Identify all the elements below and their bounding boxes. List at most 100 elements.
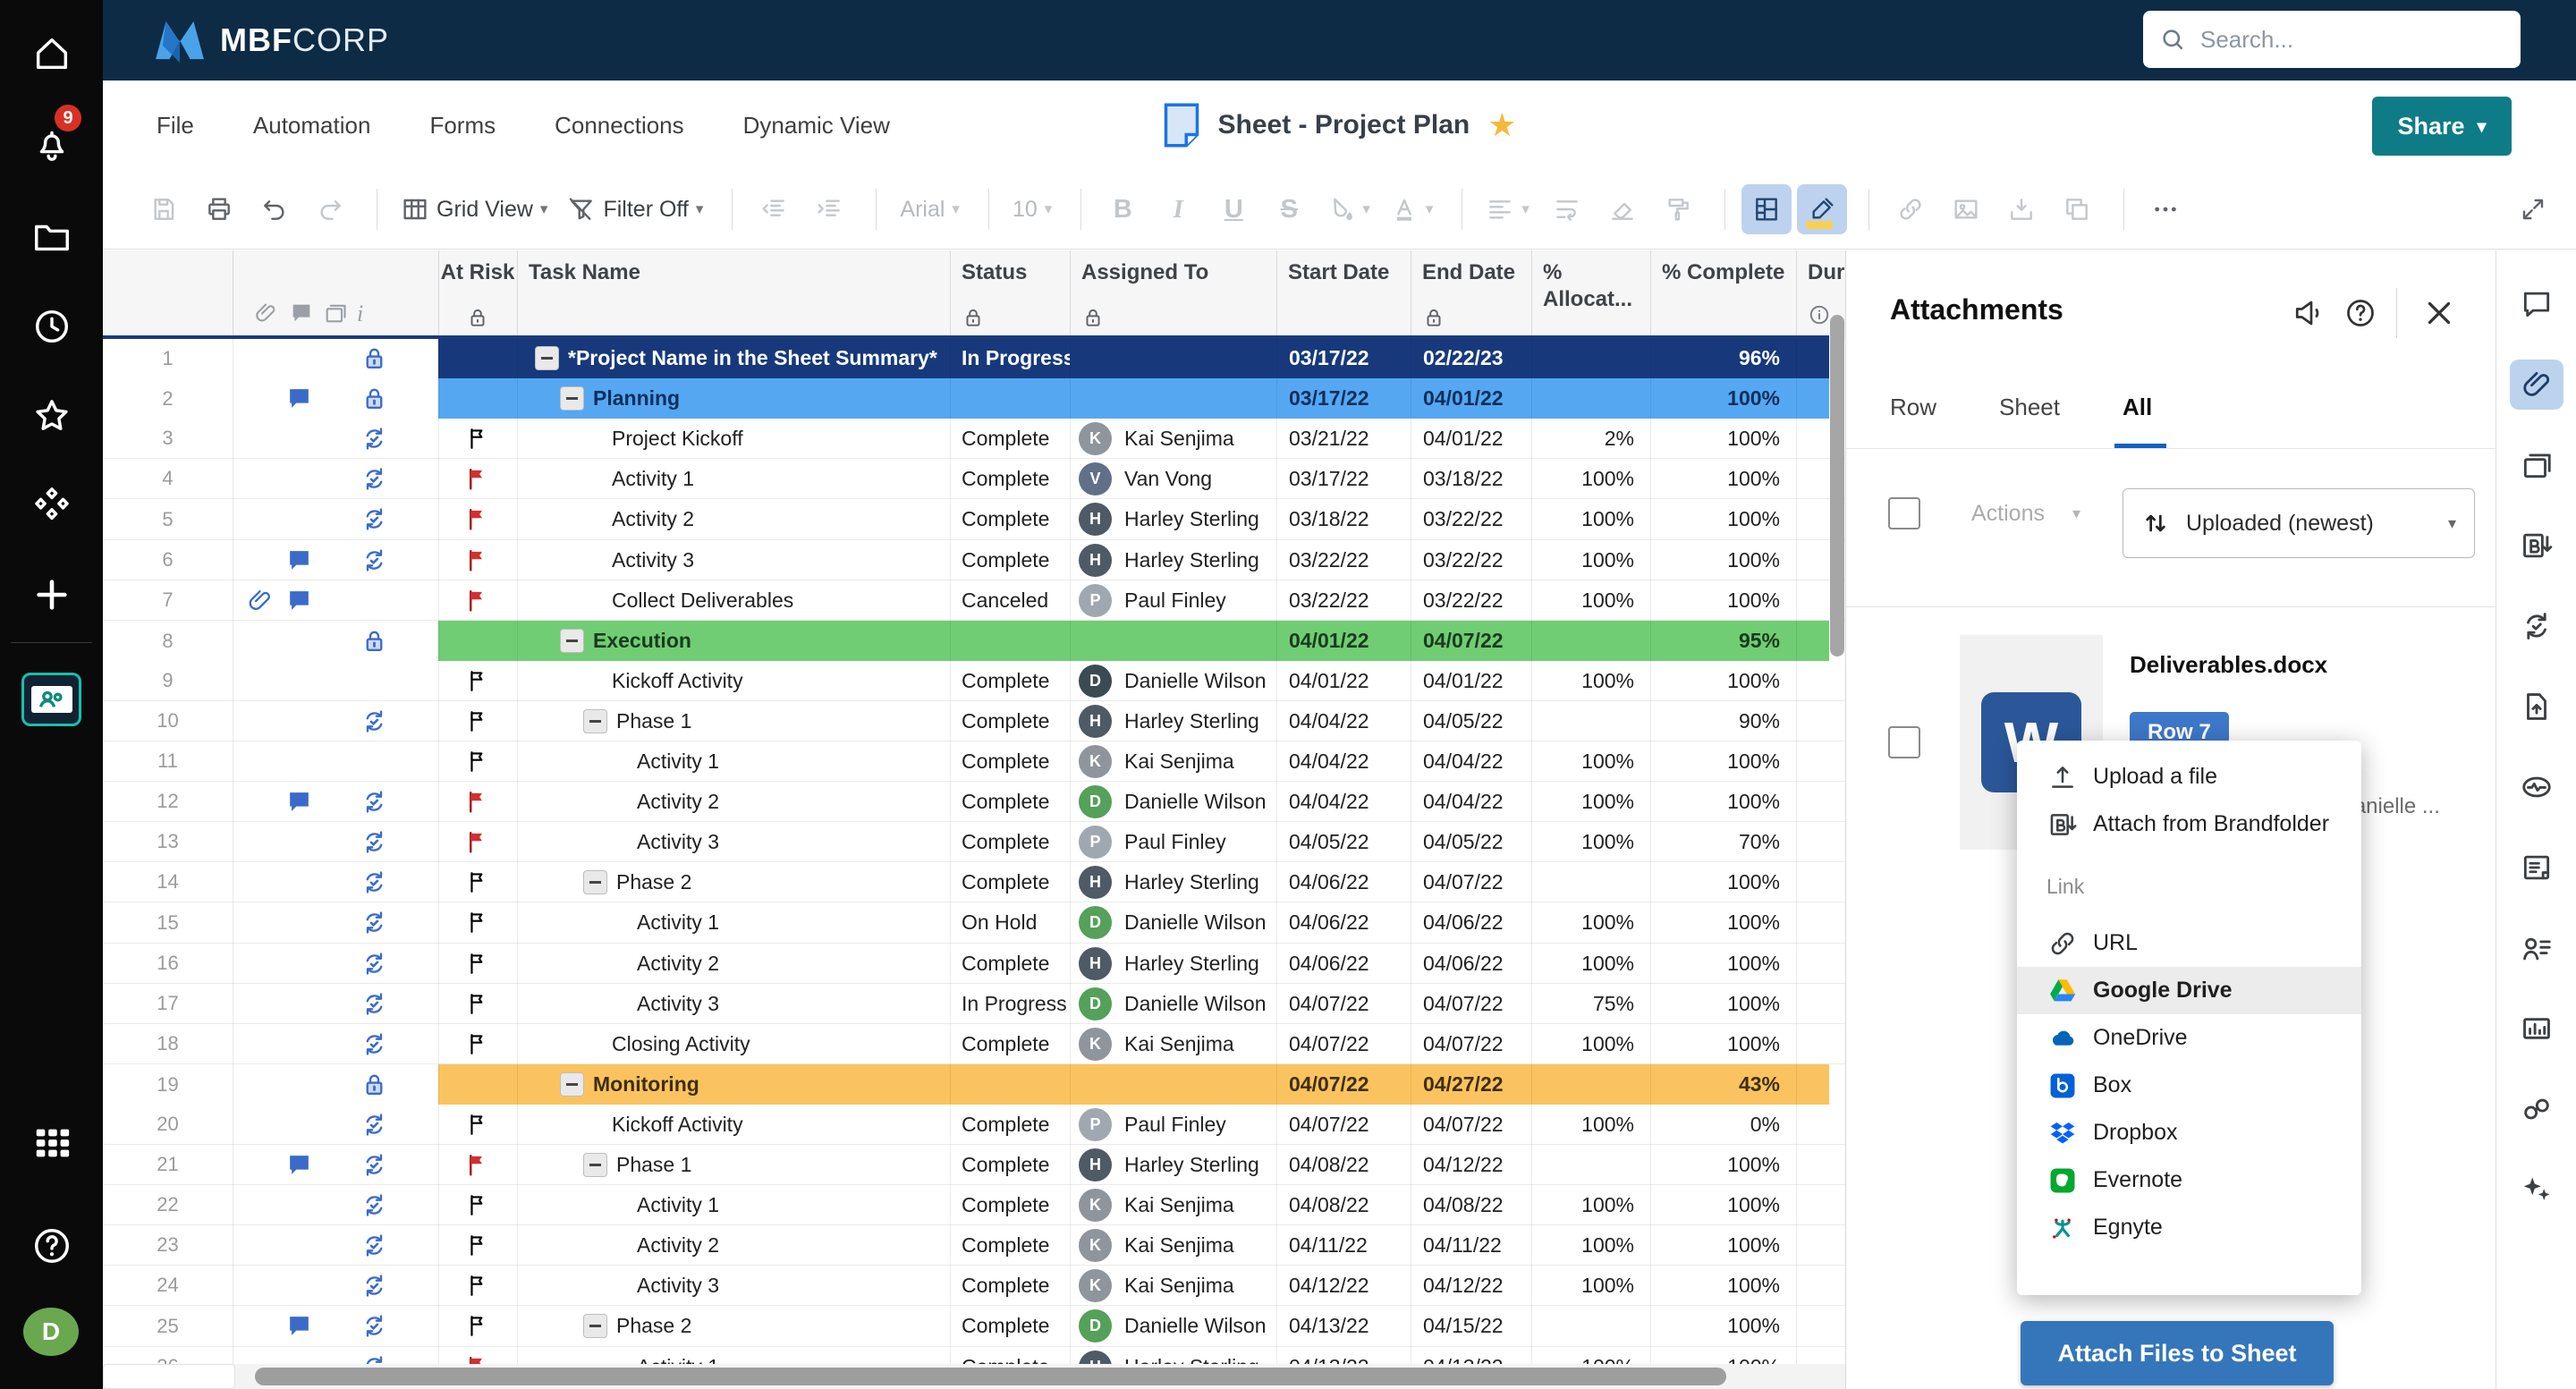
row-sync-icon[interactable] xyxy=(360,950,389,978)
at-risk-flag-off[interactable] xyxy=(464,1313,491,1340)
start-date-cell[interactable]: 04/04/22 xyxy=(1276,782,1411,821)
right-rail-connections[interactable] xyxy=(2510,1084,2563,1134)
sidebar-item-workspace-active[interactable] xyxy=(21,673,81,726)
status-cell[interactable]: Complete xyxy=(950,661,1070,700)
end-date-cell[interactable]: 04/06/22 xyxy=(1411,944,1531,983)
sidebar-item-favorites[interactable] xyxy=(0,385,103,447)
row-number[interactable]: 18 xyxy=(103,1024,233,1063)
at-risk-flag-off[interactable] xyxy=(464,749,491,775)
table-row[interactable]: 22Activity 1CompleteKKai Senjima04/08/22… xyxy=(103,1185,1845,1225)
percent-allocated-cell[interactable]: 100% xyxy=(1531,580,1650,620)
at-risk-flag-off[interactable] xyxy=(464,1232,491,1259)
right-rail-publish[interactable] xyxy=(2510,682,2563,732)
row-sync-icon[interactable] xyxy=(360,707,389,736)
start-date-cell[interactable]: 04/13/22 xyxy=(1276,1306,1411,1346)
status-cell[interactable]: Complete xyxy=(950,1266,1070,1305)
end-date-cell[interactable]: 03/22/22 xyxy=(1411,540,1531,580)
row-number[interactable]: 16 xyxy=(103,944,233,983)
attachment-checkbox[interactable] xyxy=(1888,726,1920,758)
end-date-cell[interactable]: 04/07/22 xyxy=(1411,862,1531,902)
status-cell[interactable]: Complete xyxy=(950,1185,1070,1224)
percent-complete-cell[interactable]: 43% xyxy=(1650,1064,1796,1105)
row-number[interactable]: 14 xyxy=(103,862,233,902)
brand-logo[interactable]: MBFCORP xyxy=(152,18,389,63)
start-date-cell[interactable]: 03/17/22 xyxy=(1276,338,1411,378)
percent-allocated-cell[interactable]: 100% xyxy=(1531,1185,1650,1224)
table-row[interactable]: 24Activity 3CompleteKKai Senjima04/12/22… xyxy=(103,1266,1845,1306)
row-comment-icon[interactable] xyxy=(285,1151,314,1180)
start-date-cell[interactable]: 04/04/22 xyxy=(1276,701,1411,741)
right-rail-ai-assistant[interactable] xyxy=(2510,1165,2563,1215)
start-date-cell[interactable]: 03/17/22 xyxy=(1276,459,1411,498)
assigned-to-cell[interactable]: KKai Senjima xyxy=(1070,1266,1276,1305)
end-date-cell[interactable]: 03/18/22 xyxy=(1411,459,1531,498)
at-risk-flag-off[interactable] xyxy=(464,1273,491,1300)
collapse-toggle-icon[interactable] xyxy=(560,386,584,411)
task-name-cell[interactable]: Activity 2 xyxy=(517,1225,950,1265)
row-sync-icon[interactable] xyxy=(360,909,389,937)
row-comment-icon[interactable] xyxy=(285,546,314,575)
at-risk-flag-on[interactable] xyxy=(464,829,491,856)
column-header--complete[interactable]: % Complete xyxy=(1650,250,1796,338)
row-sync-icon[interactable] xyxy=(360,1353,389,1364)
table-row[interactable]: 12Activity 2CompleteDDanielle Wilson04/0… xyxy=(103,782,1845,822)
start-date-cell[interactable]: 03/17/22 xyxy=(1276,378,1411,419)
row-number[interactable]: 9 xyxy=(103,661,233,700)
at-risk-flag-on[interactable] xyxy=(464,1152,491,1179)
table-row[interactable]: 6Activity 3CompleteHHarley Sterling03/22… xyxy=(103,540,1845,580)
at-risk-flag-off[interactable] xyxy=(464,991,491,1018)
end-date-cell[interactable]: 04/12/22 xyxy=(1411,1266,1531,1305)
start-date-cell[interactable]: 04/11/22 xyxy=(1276,1225,1411,1265)
percent-allocated-cell[interactable]: 100% xyxy=(1531,1225,1650,1265)
at-risk-flag-off[interactable] xyxy=(464,1031,491,1058)
row-number[interactable]: 20 xyxy=(103,1105,233,1144)
task-name-cell[interactable]: Kickoff Activity xyxy=(517,661,950,700)
table-row[interactable]: 11Activity 1CompleteKKai Senjima04/04/22… xyxy=(103,741,1845,782)
percent-complete-cell[interactable]: 100% xyxy=(1650,661,1796,700)
column-header--allocat-[interactable]: % Allocat... xyxy=(1531,250,1650,338)
megaphone-icon[interactable] xyxy=(2292,297,2325,329)
percent-complete-cell[interactable]: 100% xyxy=(1650,1306,1796,1346)
assigned-to-cell[interactable]: KKai Senjima xyxy=(1070,741,1276,781)
start-date-cell[interactable]: 04/07/22 xyxy=(1276,1105,1411,1144)
actions-dropdown[interactable]: Actions xyxy=(1971,501,2045,527)
table-row[interactable]: 4Activity 1CompleteVVan Vong03/17/2203/1… xyxy=(103,459,1845,499)
assigned-to-cell[interactable]: DDanielle Wilson xyxy=(1070,1306,1276,1346)
task-name-cell[interactable]: Execution xyxy=(517,621,950,661)
row-number[interactable]: 5 xyxy=(103,499,233,539)
assigned-to-cell[interactable]: HHarley Sterling xyxy=(1070,1347,1276,1364)
task-name-cell[interactable]: Activity 1 xyxy=(517,1185,950,1224)
percent-complete-cell[interactable]: 90% xyxy=(1650,701,1796,741)
sidebar-item-notifications[interactable]: 9 xyxy=(0,112,103,174)
filter-button[interactable]: Filter Off▾ xyxy=(560,184,710,234)
assigned-to-cell[interactable]: KKai Senjima xyxy=(1070,1225,1276,1265)
table-row[interactable]: 26Activity 1CompleteHHarley Sterling04/1… xyxy=(103,1347,1845,1364)
assigned-to-cell[interactable]: PPaul Finley xyxy=(1070,822,1276,861)
assigned-to-cell[interactable]: DDanielle Wilson xyxy=(1070,902,1276,943)
at-risk-flag-on[interactable] xyxy=(464,1354,491,1364)
row-sync-icon[interactable] xyxy=(360,1312,389,1341)
table-row[interactable]: 3Project KickoffCompleteKKai Senjima03/2… xyxy=(103,419,1845,459)
at-risk-flag-off[interactable] xyxy=(464,910,491,936)
start-date-cell[interactable]: 04/07/22 xyxy=(1276,984,1411,1023)
row-lock-icon[interactable] xyxy=(360,385,389,413)
end-date-cell[interactable]: 04/13/22 xyxy=(1411,1347,1531,1364)
start-date-cell[interactable]: 04/08/22 xyxy=(1276,1145,1411,1184)
assigned-to-cell[interactable]: HHarley Sterling xyxy=(1070,540,1276,580)
row-sync-icon[interactable] xyxy=(360,788,389,817)
status-cell[interactable]: In Progress xyxy=(950,984,1070,1023)
percent-allocated-cell[interactable]: 100% xyxy=(1531,1024,1650,1063)
row-number[interactable]: 8 xyxy=(103,621,233,661)
row-number[interactable]: 13 xyxy=(103,822,233,861)
table-row[interactable]: 20Kickoff ActivityCompletePPaul Finley04… xyxy=(103,1105,1845,1145)
table-row[interactable]: 17Activity 3In ProgressDDanielle Wilson0… xyxy=(103,984,1845,1024)
status-cell[interactable]: Complete xyxy=(950,862,1070,902)
row-number[interactable]: 25 xyxy=(103,1306,233,1346)
status-cell[interactable]: On Hold xyxy=(950,902,1070,943)
menu-connections[interactable]: Connections xyxy=(555,112,684,140)
sidebar-item-app-launcher[interactable] xyxy=(0,1112,103,1174)
percent-complete-cell[interactable]: 100% xyxy=(1650,944,1796,983)
end-date-cell[interactable]: 04/04/22 xyxy=(1411,782,1531,821)
row-number[interactable]: 2 xyxy=(103,378,233,419)
end-date-cell[interactable]: 04/05/22 xyxy=(1411,822,1531,861)
